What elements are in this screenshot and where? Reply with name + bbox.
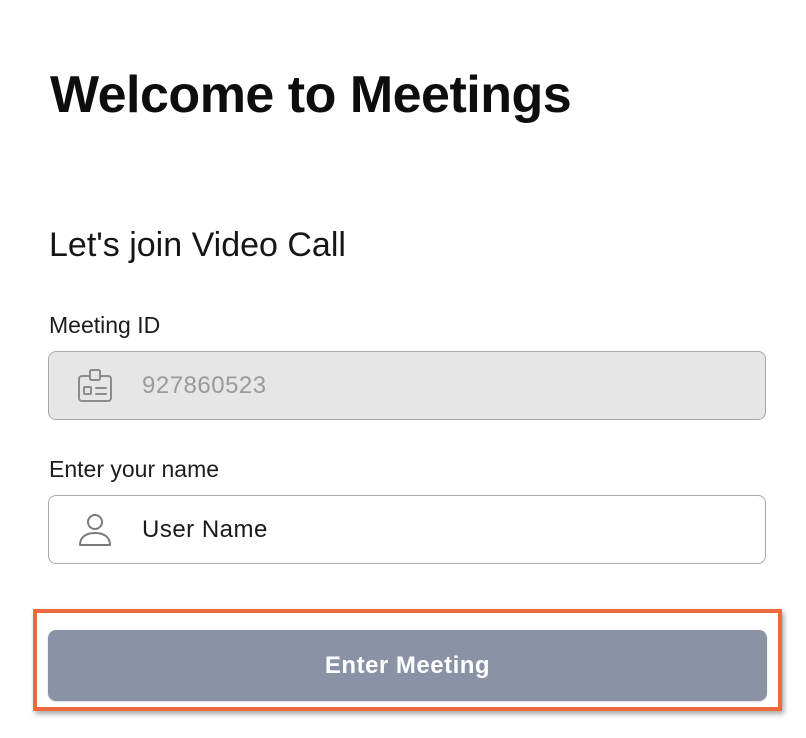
user-icon bbox=[76, 511, 114, 549]
name-field[interactable] bbox=[48, 495, 766, 564]
name-label: Enter your name bbox=[49, 456, 220, 482]
meeting-id-input[interactable] bbox=[142, 352, 742, 419]
enter-meeting-button[interactable]: Enter Meeting bbox=[48, 630, 767, 701]
page-title: Welcome to Meetings bbox=[50, 66, 572, 124]
meeting-id-field[interactable] bbox=[48, 351, 766, 420]
form-subtitle: Let's join Video Call bbox=[49, 226, 346, 264]
name-input[interactable] bbox=[142, 496, 742, 563]
meeting-id-label: Meeting ID bbox=[49, 312, 161, 338]
id-badge-icon bbox=[76, 367, 114, 405]
